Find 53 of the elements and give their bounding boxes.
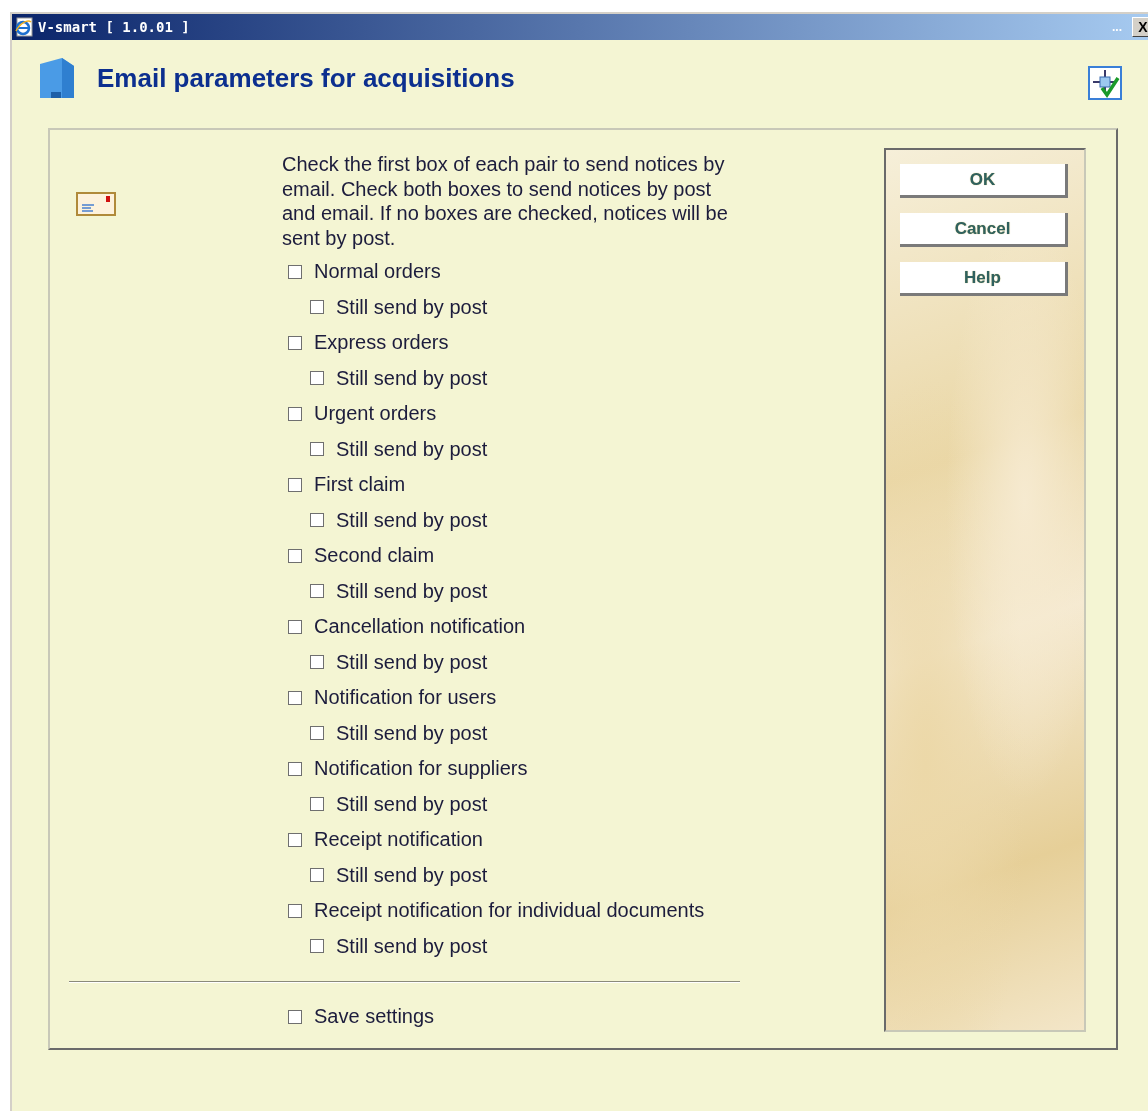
checkbox[interactable] xyxy=(288,264,302,279)
instructions-text: Check the first box of each pair to send notices by email. Check both boxes to send notices by post and email. If no boxes are checked, notices will be sent by post. xyxy=(282,152,729,250)
resize-check-icon[interactable] xyxy=(1088,66,1122,100)
checkbox[interactable] xyxy=(310,726,324,741)
option-label: Still send by post xyxy=(336,934,488,958)
option-label: Still send by post xyxy=(336,437,488,461)
option-label: Urgent orders xyxy=(314,402,437,426)
option-label: Still send by post xyxy=(336,721,488,745)
checkbox[interactable] xyxy=(288,832,302,847)
checkbox[interactable] xyxy=(288,1009,302,1024)
option-label: Receipt notification xyxy=(314,828,483,852)
close-button[interactable]: X xyxy=(1132,17,1148,37)
option-label: Still send by post xyxy=(336,508,488,532)
window-title: V-smart [ 1.0.01 ] xyxy=(38,19,191,35)
more-indicator: ... xyxy=(1112,20,1122,34)
checkbox[interactable] xyxy=(310,442,324,457)
checkbox[interactable] xyxy=(288,335,302,350)
checkbox[interactable] xyxy=(288,548,302,563)
action-button[interactable]: Help xyxy=(900,262,1068,296)
option-label: Save settings xyxy=(314,1005,435,1029)
option-label: Still send by post xyxy=(336,863,488,887)
action-button[interactable]: Cancel xyxy=(900,213,1068,247)
checkbox[interactable] xyxy=(310,371,324,386)
option-label: Cancellation notification xyxy=(314,615,526,639)
checkbox[interactable] xyxy=(288,406,302,421)
checkbox[interactable] xyxy=(310,939,324,954)
option-label: Normal orders xyxy=(314,260,441,284)
option-label: Still send by post xyxy=(336,650,488,674)
option-label: Still send by post xyxy=(336,579,488,603)
checkbox[interactable] xyxy=(288,690,302,705)
envelope-icon xyxy=(76,192,116,216)
checkbox[interactable] xyxy=(288,477,302,492)
option-label: Notification for suppliers xyxy=(314,757,528,781)
browser-icon xyxy=(14,17,34,37)
option-label: Receipt notification for individual documents xyxy=(314,899,705,923)
option-label: Still send by post xyxy=(336,792,488,816)
option-label: Still send by post xyxy=(336,366,488,390)
action-button[interactable]: OK xyxy=(900,164,1068,198)
checkbox[interactable] xyxy=(310,655,324,670)
option-label: Express orders xyxy=(314,331,449,355)
page-title: Email parameters for acquisitions xyxy=(97,62,516,94)
checkbox[interactable] xyxy=(310,584,324,599)
checkbox[interactable] xyxy=(288,903,302,918)
option-label: First claim xyxy=(314,473,406,497)
checkbox[interactable] xyxy=(310,868,324,883)
checkbox[interactable] xyxy=(288,619,302,634)
option-label: Still send by post xyxy=(336,295,488,319)
option-label: Notification for users xyxy=(314,686,497,710)
checkbox[interactable] xyxy=(310,513,324,528)
checkbox[interactable] xyxy=(310,300,324,315)
option-label: Second claim xyxy=(314,544,435,568)
checkbox[interactable] xyxy=(288,761,302,776)
checkbox[interactable] xyxy=(310,797,324,812)
